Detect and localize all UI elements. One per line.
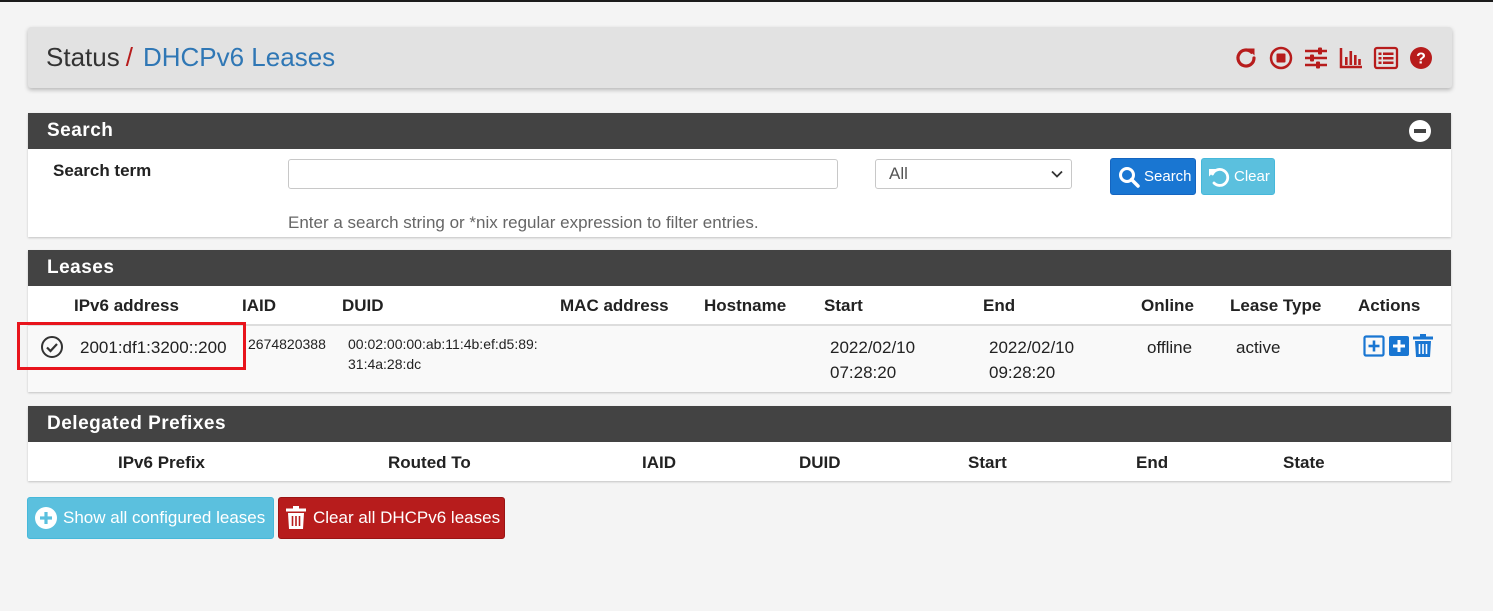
check-circle-icon [41, 336, 63, 358]
col-prefix-duid[interactable]: DUID [799, 453, 841, 473]
col-prefix-state[interactable]: State [1283, 453, 1325, 473]
add-static-mapping-icon[interactable] [1363, 335, 1385, 357]
col-hostname[interactable]: Hostname [704, 296, 786, 316]
add-wol-mapping-icon[interactable] [1388, 335, 1410, 357]
prefixes-panel-title: Delegated Prefixes [47, 413, 227, 434]
lease-online-status: offline [1147, 338, 1193, 357]
bar-chart-icon[interactable] [1338, 45, 1364, 71]
search-help-text: Enter a search string or *nix regular ex… [288, 213, 759, 232]
search-button[interactable]: Search [1110, 158, 1196, 195]
col-prefix-end[interactable]: End [1136, 453, 1168, 473]
col-end[interactable]: End [983, 296, 1015, 316]
chevron-down-icon [1051, 170, 1063, 178]
leases-table-header: IPv6 address IAID DUID MAC address Hostn… [28, 286, 1451, 326]
breadcrumb: Status / DHCPv6 Leases [46, 41, 335, 73]
col-actions: Actions [1358, 296, 1421, 315]
search-input[interactable] [288, 159, 838, 189]
clear-button-label: Clear [1234, 168, 1270, 185]
breadcrumb-parent[interactable]: Status [46, 42, 120, 72]
lease-end-time: 09:28:20 [989, 363, 1056, 382]
show-all-leases-label: Show all configured leases [63, 508, 266, 527]
leases-panel-title: Leases [47, 257, 115, 278]
delegated-prefixes-panel: Delegated Prefixes IPv6 Prefix Routed To… [28, 406, 1451, 481]
leases-panel: Leases IPv6 address IAID DUID MAC addres… [17, 250, 1451, 392]
search-icon [1119, 166, 1140, 188]
clear-all-leases-button[interactable]: Clear all DHCPv6 leases [278, 497, 505, 539]
page-header: Status / DHCPv6 Leases ? [28, 27, 1452, 88]
col-routed-to[interactable]: Routed To [388, 453, 471, 473]
col-online[interactable]: Online [1141, 296, 1194, 316]
lease-start-date: 2022/02/10 [830, 338, 916, 357]
help-icon[interactable]: ? [1408, 45, 1434, 71]
col-start[interactable]: Start [824, 296, 863, 316]
col-ipv6-prefix[interactable]: IPv6 Prefix [118, 453, 205, 473]
search-term-label: Search term [53, 161, 152, 180]
search-button-label: Search [1144, 168, 1192, 185]
stop-icon[interactable] [1268, 45, 1294, 71]
search-panel: Search Search term All Search Clear Ente… [28, 113, 1451, 237]
prefixes-table-header: IPv6 Prefix Routed To IAID DUID Start En… [28, 442, 1451, 481]
undo-icon [1209, 167, 1230, 187]
col-prefix-start[interactable]: Start [968, 453, 1007, 473]
leases-panel-heading: Leases [28, 250, 1451, 286]
lease-start-time: 07:28:20 [830, 363, 897, 382]
lease-type: active [1236, 338, 1281, 357]
search-panel-title: Search [47, 120, 114, 141]
trash-icon [286, 506, 306, 529]
lease-end-date: 2022/02/10 [989, 338, 1075, 357]
svg-text:?: ? [1416, 51, 1426, 68]
prefixes-panel-heading: Delegated Prefixes [28, 406, 1451, 442]
table-row: 2001:df1:3200::200 2674820388 00:02:00:0… [17, 322, 1451, 392]
search-panel-heading: Search [28, 113, 1451, 149]
search-field-select-value: All [889, 164, 908, 183]
col-ipv6-address[interactable]: IPv6 address [74, 296, 179, 316]
lease-iaid: 2674820388 [248, 336, 326, 352]
trash-icon[interactable] [1412, 334, 1434, 358]
lease-duid-line2: 31:4a:28:dc [348, 356, 422, 372]
collapse-minus-icon[interactable] [1409, 120, 1431, 142]
col-lease-type[interactable]: Lease Type [1230, 296, 1321, 316]
col-mac-address[interactable]: MAC address [560, 296, 669, 316]
sliders-icon[interactable] [1303, 45, 1329, 71]
page-title[interactable]: DHCPv6 Leases [143, 42, 335, 72]
clear-button[interactable]: Clear [1201, 158, 1275, 195]
breadcrumb-separator: / [125, 42, 133, 72]
log-list-icon[interactable] [1373, 45, 1399, 71]
clear-all-leases-label: Clear all DHCPv6 leases [313, 508, 501, 527]
col-prefix-iaid[interactable]: IAID [642, 453, 676, 473]
col-duid[interactable]: DUID [342, 296, 384, 316]
plus-circle-icon [35, 507, 57, 529]
lease-ipv6: 2001:df1:3200::200 [80, 338, 227, 357]
show-all-leases-button[interactable]: Show all configured leases [27, 497, 274, 539]
col-iaid[interactable]: IAID [242, 296, 276, 316]
search-field-select[interactable]: All [875, 159, 1072, 189]
header-icon-bar: ? [1233, 44, 1434, 72]
reload-icon[interactable] [1233, 45, 1259, 71]
lease-duid-line1: 00:02:00:00:ab:11:4b:ef:d5:89: [348, 336, 538, 352]
